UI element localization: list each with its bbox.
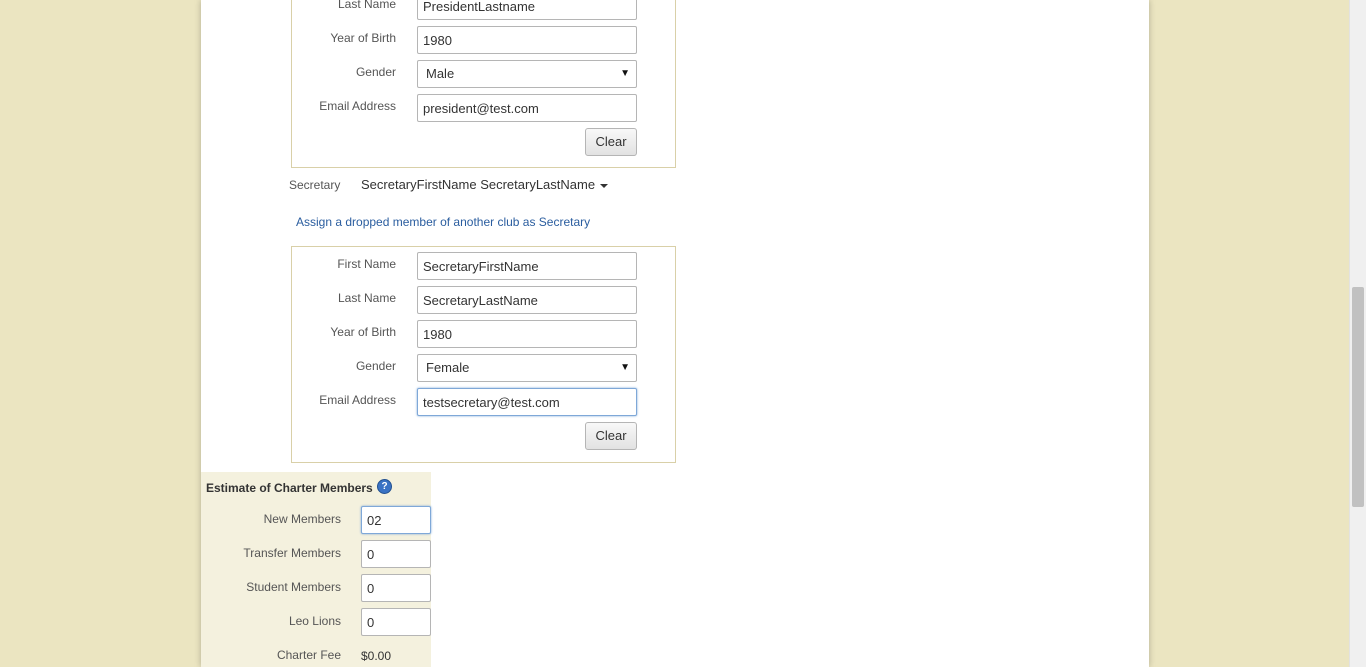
estimate-title: Estimate of Charter Members [206, 481, 373, 495]
student-members-input[interactable] [361, 574, 431, 602]
secretary-role-label: Secretary [289, 178, 341, 192]
leo-lions-input[interactable] [361, 608, 431, 636]
vertical-scrollbar[interactable] [1349, 0, 1366, 667]
president-yob-input[interactable] [417, 26, 637, 54]
transfer-members-label: Transfer Members [243, 546, 341, 560]
leo-lions-label: Leo Lions [288, 614, 341, 628]
secretary-email-label: Email Address [319, 393, 396, 407]
secretary-gender-select[interactable]: Female ▼ [417, 354, 637, 382]
president-last-name-input[interactable] [417, 0, 637, 20]
charter-fee-value: $0.00 [361, 649, 392, 663]
secretary-last-name-label: Last Name [337, 291, 396, 305]
secretary-last-name-input[interactable] [417, 286, 637, 314]
secretary-first-name-label: First Name [337, 257, 396, 271]
president-gender-select[interactable]: Male ▼ [417, 60, 637, 88]
secretary-yob-label: Year of Birth [330, 325, 396, 339]
president-last-name-label: Last Name [337, 0, 396, 11]
president-gender-label: Gender [355, 65, 396, 79]
secretary-yob-input[interactable] [417, 320, 637, 348]
estimate-panel [201, 472, 431, 667]
chevron-down-icon: ▼ [620, 68, 630, 79]
secretary-first-name-input[interactable] [417, 252, 637, 280]
secretary-email-input[interactable] [417, 388, 637, 416]
new-members-label: New Members [263, 512, 341, 526]
president-email-label: Email Address [319, 99, 396, 113]
secretary-clear-button[interactable]: Clear [585, 422, 637, 450]
secretary-member-dropdown[interactable]: SecretaryFirstName SecretaryLastName [361, 177, 609, 192]
transfer-members-input[interactable] [361, 540, 431, 568]
new-members-input[interactable] [361, 506, 431, 534]
chevron-down-icon: ▼ [620, 362, 630, 373]
student-members-label: Student Members [246, 580, 341, 594]
charter-fee-label: Charter Fee [276, 648, 341, 662]
help-icon[interactable]: ? [377, 479, 392, 494]
scrollbar-thumb[interactable] [1352, 287, 1364, 507]
assign-dropped-member-link[interactable]: Assign a dropped member of another club … [296, 215, 590, 229]
president-clear-button[interactable]: Clear [585, 128, 637, 156]
caret-down-icon [600, 183, 609, 188]
president-email-input[interactable] [417, 94, 637, 122]
secretary-gender-value: Female [426, 360, 470, 375]
secretary-gender-label: Gender [355, 359, 396, 373]
secretary-selected-name: SecretaryFirstName SecretaryLastName [361, 177, 596, 192]
president-yob-label: Year of Birth [330, 31, 396, 45]
president-gender-value: Male [426, 66, 455, 81]
